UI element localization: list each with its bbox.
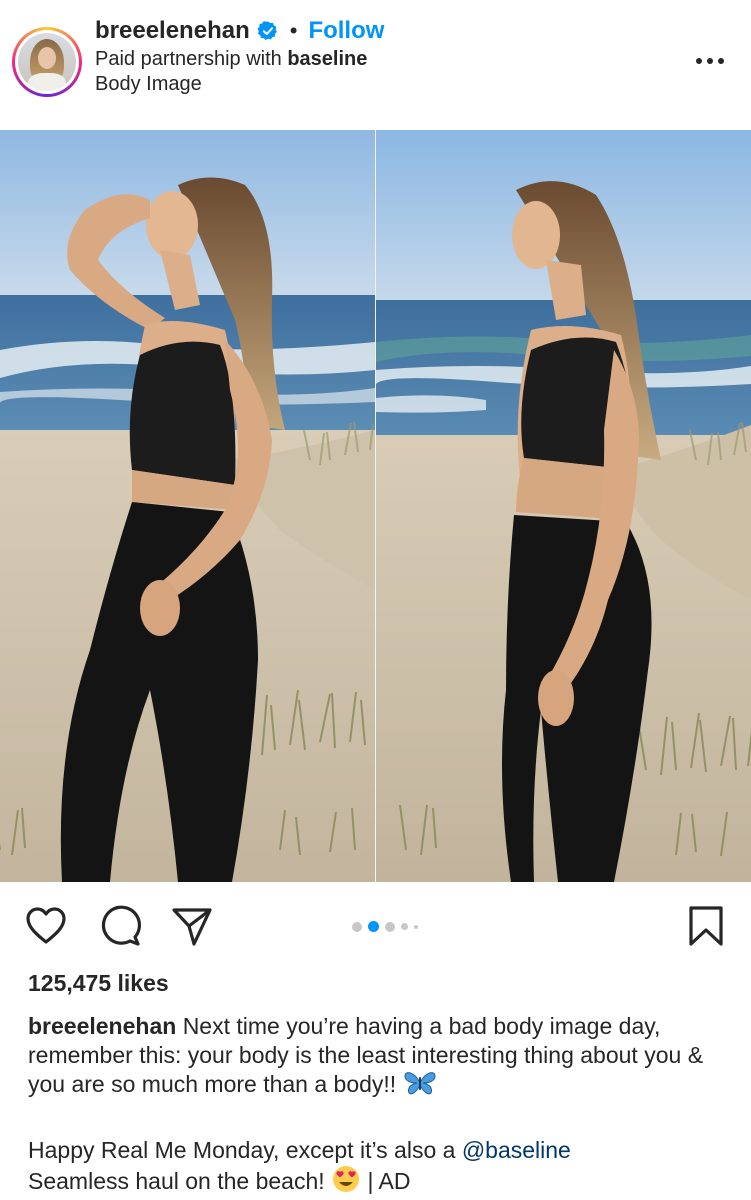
ad-label: | AD [367, 1168, 411, 1194]
location-label[interactable]: Body Image [95, 73, 202, 96]
send-icon[interactable] [170, 904, 214, 948]
photo-panel-left [0, 130, 375, 882]
carousel-dot [352, 921, 362, 932]
beach-photo-left [0, 130, 375, 882]
carousel-indicator [352, 921, 418, 932]
follow-button[interactable]: Follow [308, 17, 384, 45]
avatar[interactable] [12, 27, 82, 97]
partnership-prefix: Paid partnership with [95, 48, 282, 70]
mention-link[interactable]: @baseline [462, 1137, 571, 1163]
heart-icon[interactable] [24, 904, 68, 948]
avatar-border [15, 30, 79, 94]
heart-eyes-emoji-icon [333, 1166, 360, 1192]
caption-line-3: Seamless haul on the beach! [28, 1168, 325, 1194]
carousel-dot [385, 921, 395, 932]
avatar-image [18, 33, 76, 91]
butterfly-emoji-icon [404, 1072, 436, 1095]
post-header: breeelenehan • Follow Paid partnership w… [0, 0, 751, 130]
post-image[interactable] [0, 130, 751, 882]
carousel-dot-active [368, 921, 379, 932]
bookmark-icon[interactable] [684, 904, 728, 948]
caption: breeelenehan Next time you’re having a b… [28, 1012, 728, 1099]
name-row: breeelenehan • Follow [95, 16, 384, 46]
caption-line-2: Happy Real Me Monday, except it’s also a [28, 1137, 456, 1163]
carousel-dot [414, 924, 418, 929]
avatar-shirt [28, 73, 66, 91]
verified-badge-icon [257, 21, 277, 40]
separator-dot: • [289, 18, 298, 43]
photo-panel-right [376, 130, 751, 882]
beach-photo-right [376, 130, 751, 882]
caption-paragraph-2: Happy Real Me Monday, except it’s also a… [28, 1136, 728, 1196]
carousel-dot [401, 923, 408, 930]
username[interactable]: breeelenehan [95, 17, 250, 45]
comment-icon[interactable] [98, 904, 142, 948]
partnership-line: Paid partnership with baseline [95, 48, 367, 71]
avatar-face [38, 47, 56, 69]
likes-count[interactable]: 125,475 likes [28, 970, 169, 997]
more-options-button[interactable] [690, 48, 730, 74]
partner-name[interactable]: baseline [287, 48, 367, 70]
caption-username[interactable]: breeelenehan [28, 1013, 176, 1039]
more-horizontal-icon [696, 58, 724, 64]
photo-divider [375, 130, 376, 882]
